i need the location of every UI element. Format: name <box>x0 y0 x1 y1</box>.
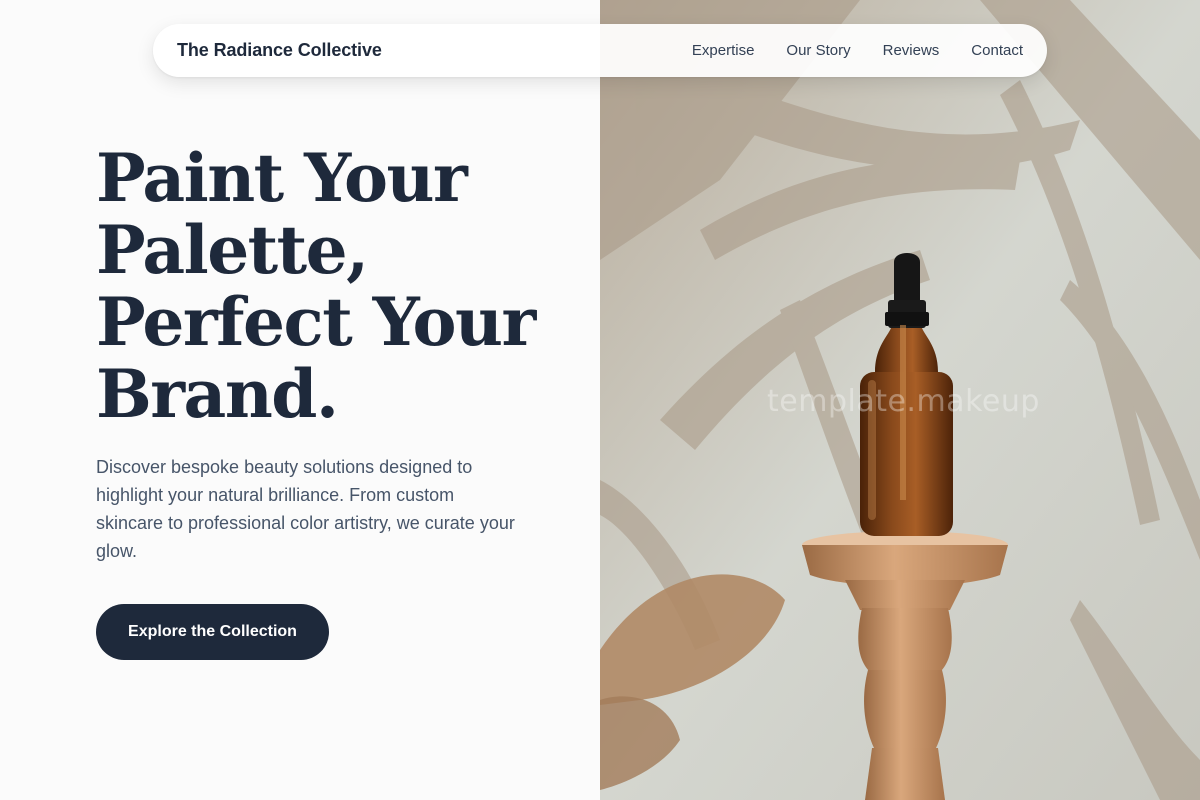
headline-line-4: Brand. <box>96 355 339 433</box>
nav-link-reviews[interactable]: Reviews <box>883 42 940 59</box>
hero-description: Discover bespoke beauty solutions design… <box>96 457 515 561</box>
headline-line-1: Paint Your <box>96 139 468 217</box>
hero-headline: Paint Your Palette, Perfect Your Brand. <box>96 142 576 430</box>
headline-line-2: Palette, <box>96 211 369 289</box>
explore-collection-button[interactable]: Explore the Collection <box>96 604 329 660</box>
headline-line-3: Perfect Your <box>96 283 536 361</box>
nav-links: Expertise Our Story Reviews Contact <box>692 42 1023 59</box>
brand-name[interactable]: The Radiance Collective <box>177 40 382 61</box>
nav-link-our-story[interactable]: Our Story <box>786 42 850 59</box>
nav-link-contact[interactable]: Contact <box>971 42 1023 59</box>
top-navigation-bar: The Radiance Collective Expertise Our St… <box>153 24 1047 77</box>
nav-link-expertise[interactable]: Expertise <box>692 42 755 59</box>
watermark-text: template.makeup <box>767 384 1040 419</box>
